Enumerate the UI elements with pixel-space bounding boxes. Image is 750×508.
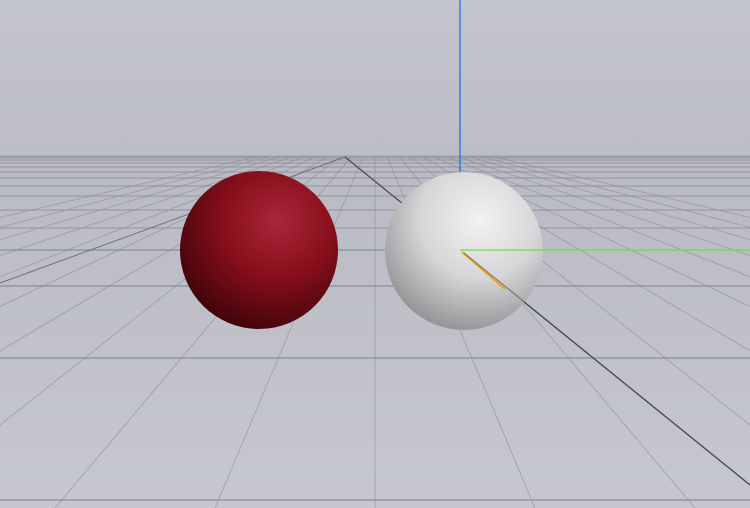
sky [0, 0, 750, 157]
scene-canvas[interactable] [0, 0, 750, 508]
white-sphere[interactable] [385, 172, 543, 330]
red-sphere[interactable] [180, 171, 338, 329]
3d-viewport[interactable] [0, 0, 750, 508]
